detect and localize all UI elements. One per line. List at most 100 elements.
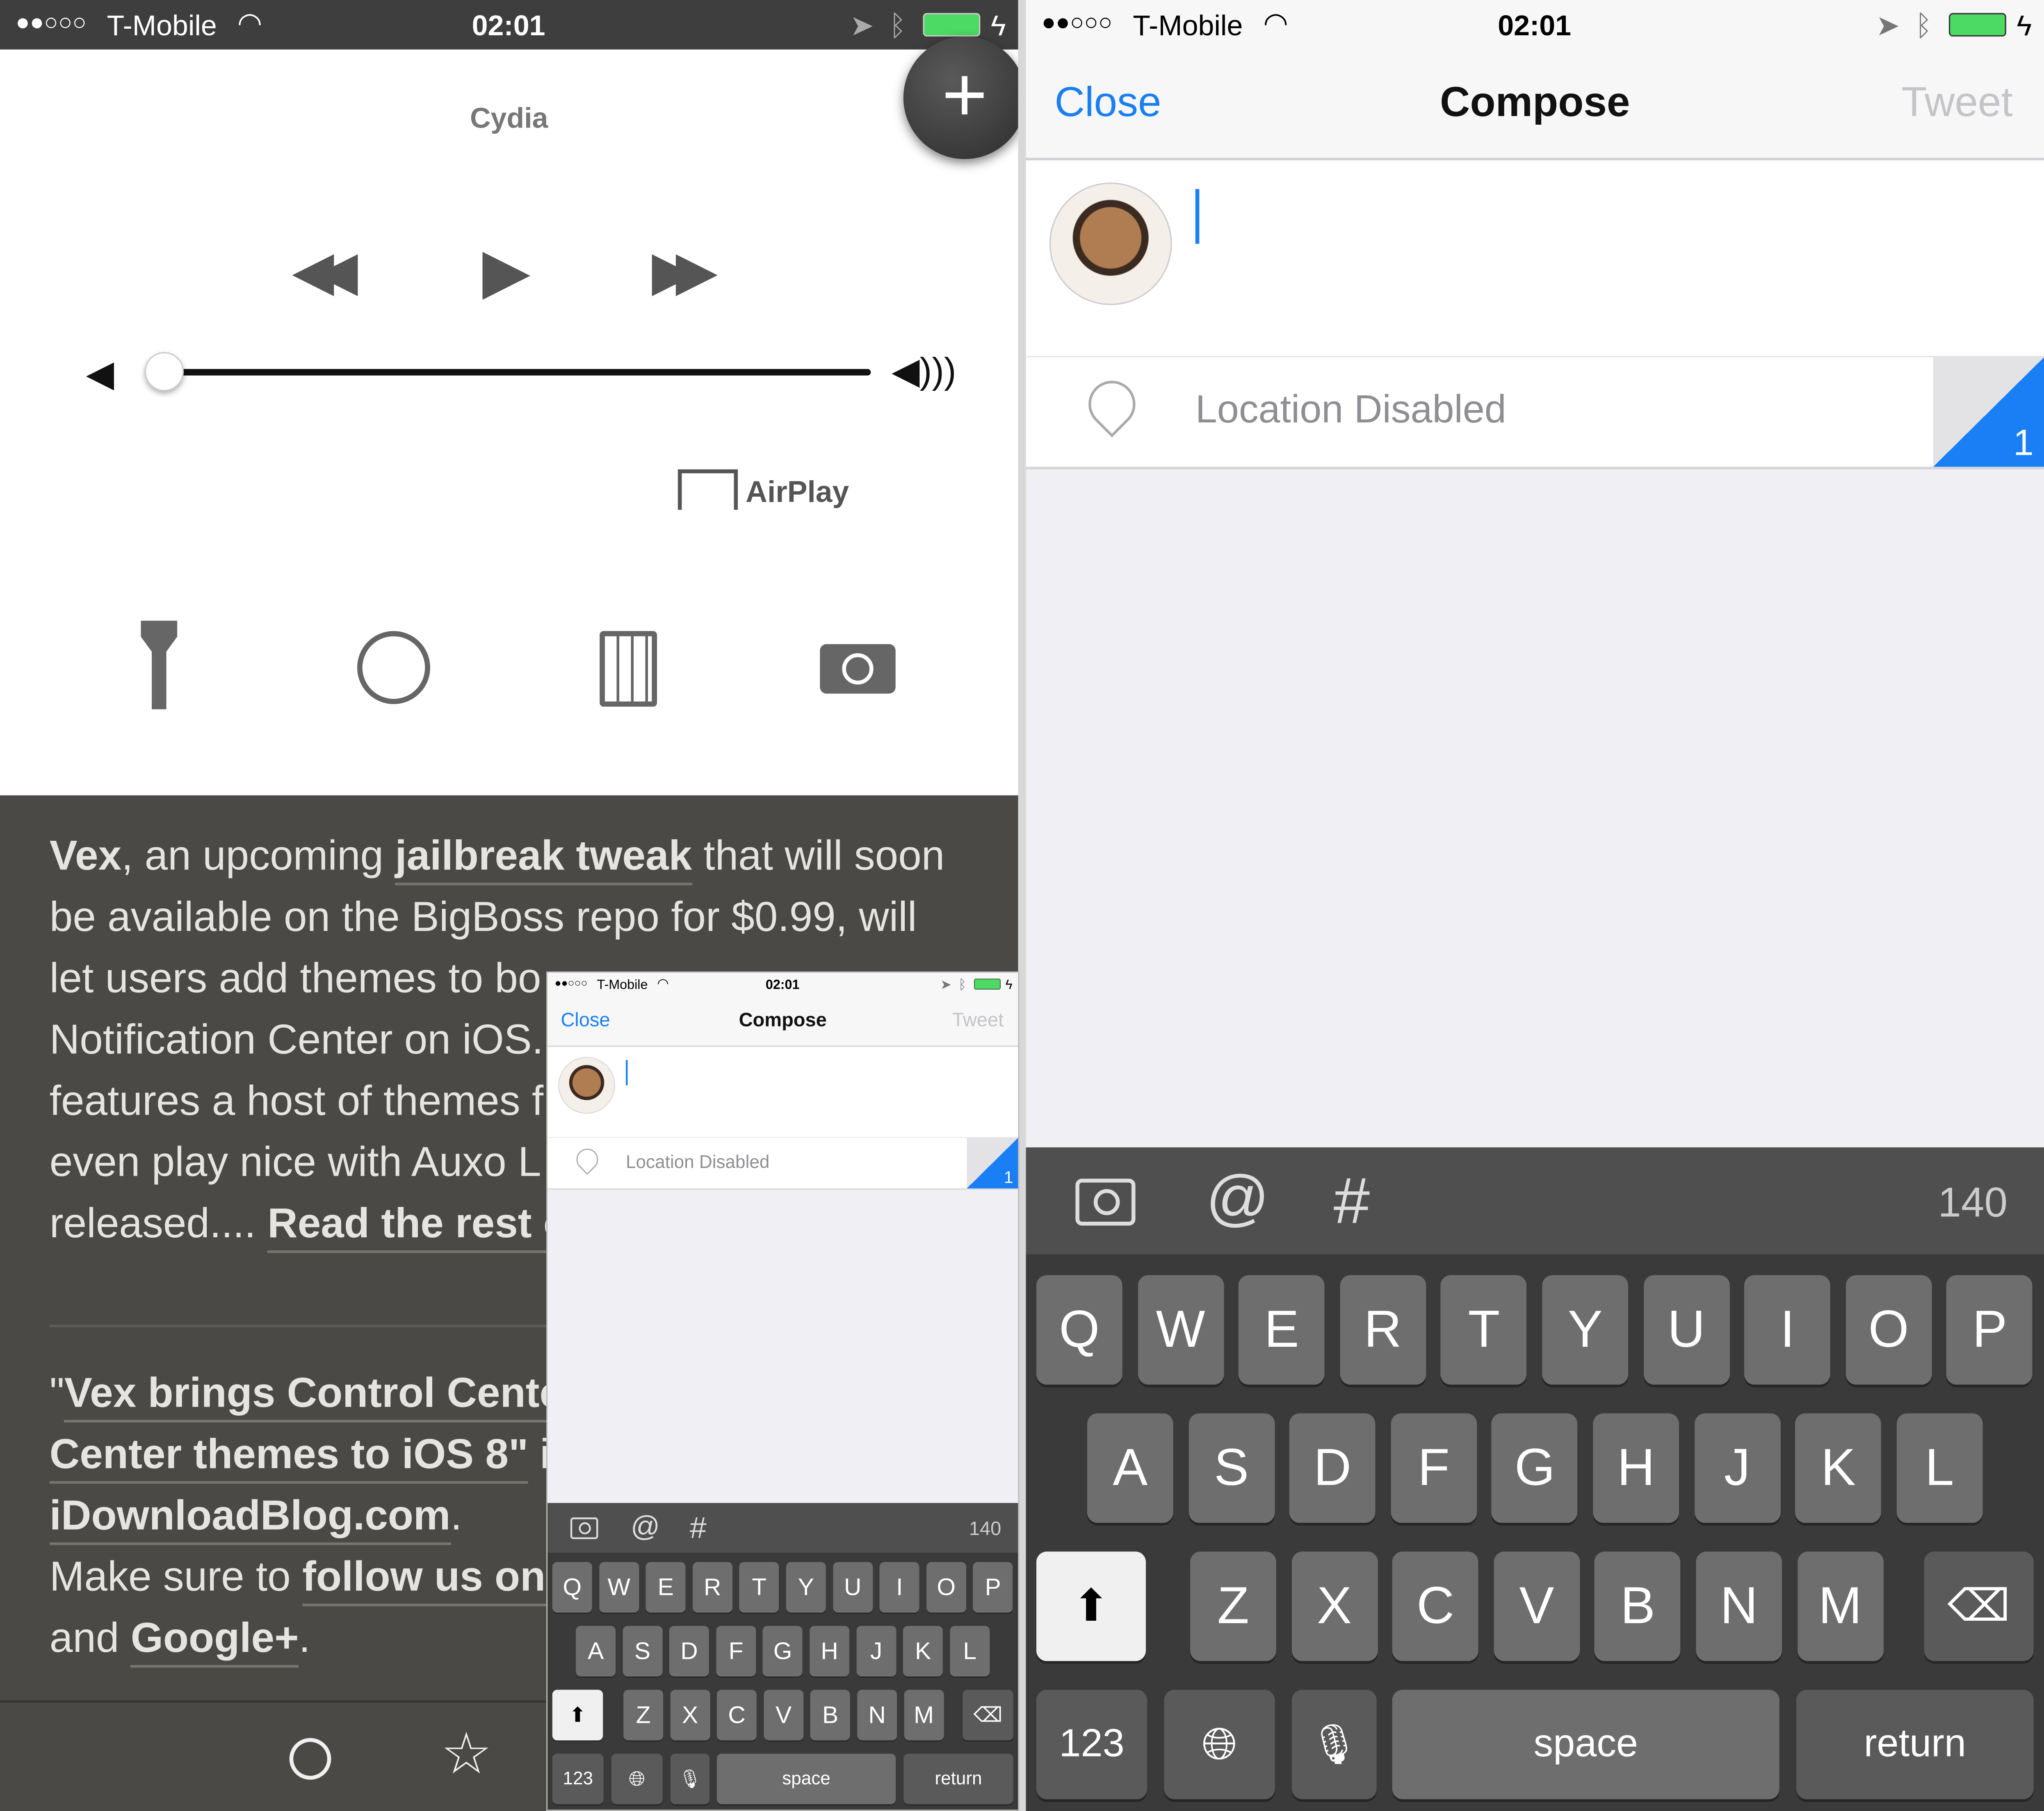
delete-key[interactable]: ⌫ xyxy=(963,1690,1013,1740)
key-h[interactable]: H xyxy=(1593,1413,1679,1523)
key-x[interactable]: X xyxy=(670,1690,710,1740)
key-c[interactable]: C xyxy=(717,1690,757,1740)
key-t[interactable]: T xyxy=(739,1562,779,1613)
key-k[interactable]: K xyxy=(903,1626,943,1677)
compose-area[interactable] xyxy=(1026,160,2044,356)
key-g[interactable]: G xyxy=(763,1626,803,1677)
circle-icon[interactable] xyxy=(289,1738,331,1780)
camera-icon[interactable] xyxy=(570,1517,598,1540)
article-link[interactable]: Read the rest o xyxy=(267,1199,569,1253)
hashtag-button[interactable]: # xyxy=(1334,1163,1370,1239)
location-row[interactable]: Location Disabled 1 xyxy=(548,1137,1018,1190)
return-key[interactable]: return xyxy=(903,1754,1013,1804)
key-l[interactable]: L xyxy=(1896,1413,1983,1523)
key-o[interactable]: O xyxy=(926,1562,966,1613)
avatar[interactable] xyxy=(1049,182,1172,305)
key-p[interactable]: P xyxy=(1946,1275,2033,1385)
add-button[interactable]: + xyxy=(903,36,1026,159)
key-f[interactable]: F xyxy=(716,1626,756,1677)
key-q[interactable]: Q xyxy=(552,1562,592,1613)
rewind-button[interactable]: ◀◀ xyxy=(292,239,358,303)
key-k[interactable]: K xyxy=(1795,1413,1882,1523)
key-w[interactable]: W xyxy=(1137,1275,1224,1385)
tweet-button[interactable]: Tweet xyxy=(1901,78,2012,127)
mention-button[interactable]: @ xyxy=(1206,1163,1269,1235)
key-e[interactable]: E xyxy=(1239,1275,1325,1385)
timer-icon[interactable] xyxy=(357,631,430,704)
key-y[interactable]: Y xyxy=(786,1562,826,1613)
key-n[interactable]: N xyxy=(857,1690,897,1740)
key-g[interactable]: G xyxy=(1492,1413,1578,1523)
key-d[interactable]: D xyxy=(669,1626,709,1677)
mention-button[interactable]: @ xyxy=(631,1510,660,1544)
attachment-corner[interactable]: 1 xyxy=(967,1138,1018,1188)
star-icon[interactable]: ☆ xyxy=(440,1721,492,1788)
camera-icon[interactable] xyxy=(820,644,896,694)
tweet-button[interactable]: Tweet xyxy=(952,1009,1004,1031)
key-x[interactable]: X xyxy=(1291,1551,1378,1661)
key-e[interactable]: E xyxy=(646,1562,686,1613)
key-o[interactable]: O xyxy=(1846,1275,1932,1385)
shift-key[interactable]: ⬆ xyxy=(552,1690,603,1740)
key-v[interactable]: V xyxy=(764,1690,804,1740)
flashlight-icon[interactable] xyxy=(141,620,178,709)
key-j[interactable]: J xyxy=(856,1626,897,1677)
key-m[interactable]: M xyxy=(904,1690,944,1740)
key-i[interactable]: I xyxy=(879,1562,919,1613)
key-z[interactable]: Z xyxy=(1190,1551,1276,1661)
delete-key[interactable]: ⌫ xyxy=(1924,1551,2034,1661)
key-u[interactable]: U xyxy=(833,1562,873,1613)
key-w[interactable]: W xyxy=(599,1562,639,1613)
article-link[interactable]: Center themes to iOS 8" xyxy=(49,1430,528,1484)
key-v[interactable]: V xyxy=(1494,1551,1580,1661)
attachment-corner[interactable]: 1 xyxy=(1933,357,2044,467)
numbers-key[interactable]: 123 xyxy=(1036,1690,1147,1800)
key-u[interactable]: U xyxy=(1643,1275,1729,1385)
fast-forward-button[interactable]: ▶▶ xyxy=(652,239,717,303)
article-link[interactable]: iDownloadBlog.com xyxy=(49,1492,451,1545)
shift-key[interactable]: ⬆ xyxy=(1036,1551,1146,1661)
key-s[interactable]: S xyxy=(623,1626,663,1677)
avatar[interactable] xyxy=(558,1057,615,1114)
key-b[interactable]: B xyxy=(810,1690,851,1740)
volume-slider[interactable] xyxy=(164,369,871,376)
article-link[interactable]: Google+ xyxy=(130,1614,299,1668)
camera-icon[interactable] xyxy=(1075,1179,1136,1226)
space-key[interactable]: space xyxy=(1392,1690,1779,1800)
airplay-label[interactable]: AirPlay xyxy=(746,474,849,510)
airplay-icon[interactable] xyxy=(678,469,738,510)
key-j[interactable]: J xyxy=(1694,1413,1780,1523)
numbers-key[interactable]: 123 xyxy=(552,1754,604,1804)
key-t[interactable]: T xyxy=(1441,1275,1527,1385)
key-l[interactable]: L xyxy=(950,1626,990,1677)
compose-area[interactable] xyxy=(548,1047,1018,1137)
microphone-icon[interactable]: 🎙︎ xyxy=(670,1754,710,1804)
key-h[interactable]: H xyxy=(810,1626,850,1677)
key-s[interactable]: S xyxy=(1188,1413,1275,1523)
article-link[interactable]: Vex brings Control Cente xyxy=(64,1369,563,1423)
key-f[interactable]: F xyxy=(1390,1413,1477,1523)
space-key[interactable]: space xyxy=(716,1754,896,1804)
microphone-icon[interactable]: 🎙︎ xyxy=(1291,1690,1377,1800)
key-r[interactable]: R xyxy=(692,1562,732,1613)
key-y[interactable]: Y xyxy=(1542,1275,1629,1385)
key-d[interactable]: D xyxy=(1289,1413,1376,1523)
globe-icon[interactable]: 🌐︎ xyxy=(1164,1690,1275,1800)
key-m[interactable]: M xyxy=(1797,1551,1883,1661)
article-link[interactable]: jailbreak tweak xyxy=(395,832,692,885)
volume-slider-thumb[interactable] xyxy=(144,352,184,391)
key-q[interactable]: Q xyxy=(1036,1275,1122,1385)
article-link[interactable]: follow us on xyxy=(302,1553,546,1606)
play-button[interactable]: ▶ xyxy=(482,235,530,308)
key-i[interactable]: I xyxy=(1744,1275,1831,1385)
location-row[interactable]: Location Disabled 1 xyxy=(1026,356,2044,470)
calculator-icon[interactable] xyxy=(600,631,657,707)
key-c[interactable]: C xyxy=(1392,1551,1479,1661)
key-n[interactable]: N xyxy=(1696,1551,1782,1661)
key-b[interactable]: B xyxy=(1595,1551,1681,1661)
globe-icon[interactable]: 🌐︎ xyxy=(611,1754,663,1804)
return-key[interactable]: return xyxy=(1796,1690,2034,1800)
hashtag-button[interactable]: # xyxy=(690,1510,707,1545)
key-r[interactable]: R xyxy=(1339,1275,1426,1385)
key-p[interactable]: P xyxy=(973,1562,1013,1613)
